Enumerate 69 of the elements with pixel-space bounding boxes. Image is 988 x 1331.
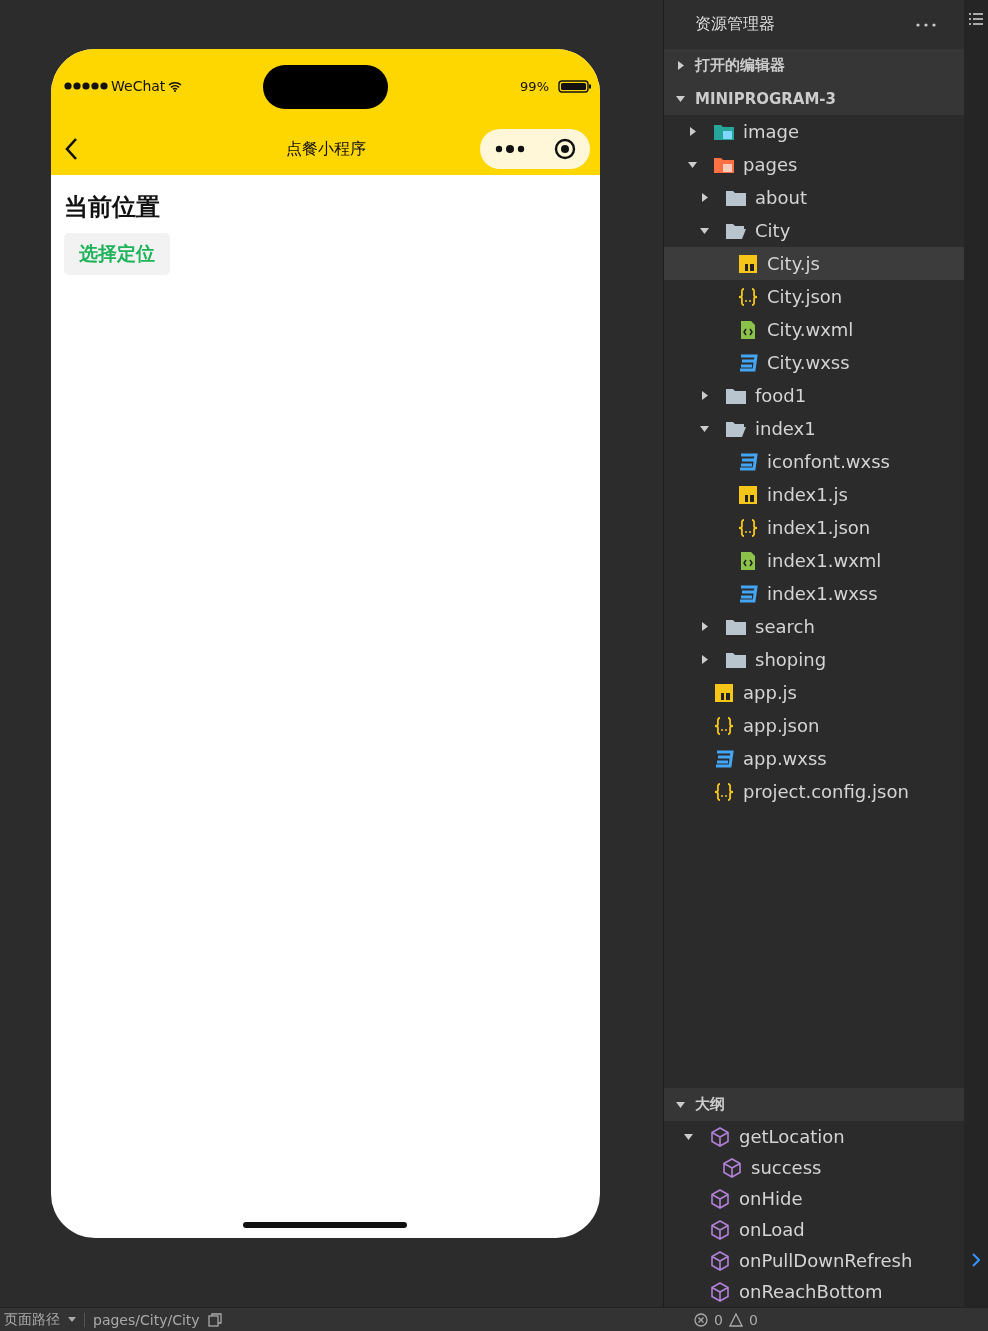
file-tree-item[interactable]: index1.wxml (664, 544, 964, 577)
caret-icon (68, 1317, 76, 1322)
file-tree-item[interactable]: City.wxml (664, 313, 964, 346)
cube-icon (709, 1281, 731, 1302)
outline-item[interactable]: onPullDownRefresh (664, 1245, 964, 1276)
file-tree-item[interactable]: iconfont.wxss (664, 445, 964, 478)
signal-icon (64, 82, 108, 90)
file-tree-item[interactable]: shoping (664, 643, 964, 676)
file-tree-item[interactable]: project.config.json (664, 775, 964, 808)
page-title: 点餐小程序 (284, 138, 367, 160)
copy-icon[interactable] (207, 1312, 222, 1327)
outline-item[interactable]: onHide (664, 1183, 964, 1214)
js-file-icon (713, 682, 735, 703)
file-tree-item[interactable]: index1.js (664, 478, 964, 511)
warning-count: 0 (748, 1311, 758, 1328)
file-tree-item[interactable]: City.js (664, 247, 964, 280)
outline-item[interactable]: success (664, 1152, 964, 1183)
file-tree-item[interactable]: City.json (664, 280, 964, 313)
page-path: pages/City/City (93, 1311, 200, 1328)
css-file-icon (737, 352, 759, 373)
cube-icon (709, 1126, 731, 1147)
battery-percent: 99% (520, 78, 549, 94)
file-tree-item[interactable]: search (664, 610, 964, 643)
file-tree-item[interactable]: index1.wxss (664, 577, 964, 610)
css-file-icon (737, 583, 759, 604)
back-icon[interactable] (64, 137, 78, 161)
file-tree-item[interactable]: image (664, 115, 964, 148)
battery-icon (558, 79, 592, 93)
file-tree-item[interactable]: app.js (664, 676, 964, 709)
wifi-icon (168, 80, 183, 92)
file-tree-item[interactable]: index1.json (664, 511, 964, 544)
chevron-icon[interactable] (972, 1253, 980, 1267)
file-tree-item[interactable]: food1 (664, 379, 964, 412)
outline-item[interactable]: onReachBottom (664, 1276, 964, 1307)
section-header[interactable]: MINIPROGRAM-3 (664, 82, 964, 115)
js-file-icon (737, 253, 759, 274)
file-tree-item[interactable]: app.json (664, 709, 964, 742)
more-icon[interactable] (494, 144, 525, 154)
file-tree-item[interactable]: City (664, 214, 964, 247)
braces-icon (737, 517, 759, 538)
braces-icon (737, 286, 759, 307)
outline-item[interactable]: onLoad (664, 1214, 964, 1245)
error-icon[interactable] (694, 1312, 708, 1327)
cube-icon (709, 1250, 731, 1271)
carrier-label: WeChat (111, 78, 166, 94)
file-tree-item[interactable]: City.wxss (664, 346, 964, 379)
outline-item[interactable]: getLocation (664, 1121, 964, 1152)
panel-title: 资源管理器 (695, 14, 775, 35)
braces-icon (713, 781, 735, 802)
list-icon[interactable] (969, 12, 983, 26)
path-label[interactable]: 页面路径 (4, 1310, 60, 1329)
warning-icon[interactable] (728, 1312, 743, 1327)
braces-icon (713, 715, 735, 736)
cube-icon (709, 1219, 731, 1240)
section-header[interactable]: 打开的编辑器 (664, 49, 964, 82)
file-tree-item[interactable]: about (664, 181, 964, 214)
more-icon[interactable] (916, 22, 936, 27)
file-tree-item[interactable]: app.wxss (664, 742, 964, 775)
cube-icon (709, 1188, 731, 1209)
css-file-icon (713, 748, 735, 769)
js-file-icon (737, 484, 759, 505)
section-header[interactable]: 大纲 (664, 1088, 964, 1121)
error-count: 0 (714, 1311, 723, 1328)
file-tree-item[interactable]: index1 (664, 412, 964, 445)
capsule-menu[interactable] (480, 129, 590, 169)
css-file-icon (737, 451, 759, 472)
file-tree-item[interactable]: pages (664, 148, 964, 181)
section-heading: 当前位置 (64, 192, 161, 223)
cube-icon (721, 1157, 743, 1178)
